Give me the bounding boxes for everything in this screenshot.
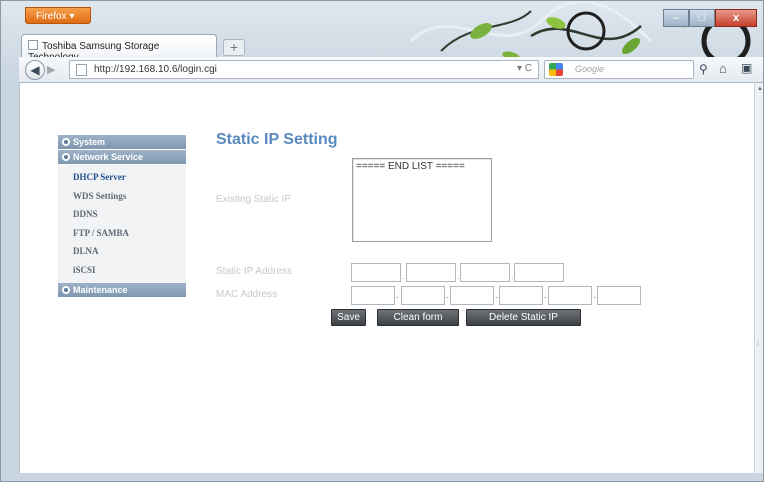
sidebar-item-wds-settings[interactable]: WDS Settings	[58, 187, 186, 206]
page-title: Static IP Setting	[216, 131, 338, 148]
url-text: http://192.168.10.6/login.cgi	[94, 64, 217, 75]
mac-byte-6-input[interactable]	[597, 286, 641, 305]
google-icon[interactable]	[549, 63, 563, 76]
sidebar-section-system[interactable]: System	[58, 135, 186, 150]
dash-separator: -	[446, 292, 449, 302]
save-button[interactable]: Save	[331, 309, 366, 326]
mac-byte-1-input[interactable]	[351, 286, 395, 305]
clean-form-button[interactable]: Clean form	[377, 309, 459, 326]
sidebar-section-maintenance[interactable]: Maintenance	[58, 282, 186, 298]
url-bar[interactable]: http://192.168.10.6/login.cgi ▾ C	[69, 60, 539, 79]
dot-separator: .	[402, 271, 405, 281]
dash-separator: -	[396, 292, 399, 302]
scroll-grip-icon[interactable]: ⁞	[757, 341, 759, 348]
page-icon	[76, 64, 87, 76]
static-ip-list[interactable]: ===== END LIST =====	[352, 158, 492, 242]
maximize-button[interactable]: □	[689, 9, 715, 27]
list-item[interactable]: ===== END LIST =====	[356, 161, 488, 172]
sidebar-section-network-service[interactable]: Network Service	[58, 150, 186, 165]
sidebar-item-ftp-samba[interactable]: FTP / SAMBA	[58, 224, 186, 243]
ip-octet-1-input[interactable]	[351, 263, 401, 282]
sidebar-submenu: DHCP Server WDS Settings DDNS FTP / SAMB…	[58, 165, 186, 283]
sidebar-item-dlna[interactable]: DLNA	[58, 242, 186, 261]
search-input[interactable]: Google	[544, 60, 694, 79]
static-ip-address-label: Static IP Address	[216, 266, 292, 277]
sidebar-item-iscsi[interactable]: iSCSI	[58, 261, 186, 280]
close-button[interactable]: x	[715, 9, 757, 27]
back-arrow-icon[interactable]: ◀	[25, 60, 45, 80]
new-tab-button[interactable]: +	[223, 39, 245, 56]
existing-static-ip-label: Existing Static IP	[216, 194, 292, 205]
bookmarks-icon[interactable]: ▣	[741, 61, 752, 75]
reload-icon[interactable]: ▾ C	[517, 63, 532, 74]
scroll-up-icon[interactable]: ▲	[757, 86, 763, 92]
mac-byte-2-input[interactable]	[401, 286, 445, 305]
browser-window: Firefox ▾ – □ x Toshiba Samsung Storage …	[0, 0, 764, 482]
search-icon[interactable]: ⚲	[699, 62, 708, 76]
bullet-icon	[62, 285, 70, 294]
sidebar-menu: System Network Service DHCP Server WDS S…	[58, 135, 186, 298]
dash-separator: -	[544, 292, 547, 302]
dash-separator: -	[495, 292, 498, 302]
ip-octet-3-input[interactable]	[460, 263, 510, 282]
navigation-toolbar: ◀ ▶ http://192.168.10.6/login.cgi ▾ C Go…	[19, 57, 763, 83]
sidebar-item-ddns[interactable]: DDNS	[58, 205, 186, 224]
forward-arrow-icon[interactable]: ▶	[47, 63, 55, 76]
mac-byte-3-input[interactable]	[450, 286, 494, 305]
ip-octet-2-input[interactable]	[406, 263, 456, 282]
minimize-button[interactable]: –	[663, 9, 689, 27]
bullet-icon	[62, 138, 70, 146]
vertical-scrollbar[interactable]: ▲ ⁞	[754, 83, 763, 473]
mac-byte-5-input[interactable]	[548, 286, 592, 305]
firefox-menu-button[interactable]: Firefox ▾	[25, 7, 91, 24]
title-bar: Firefox ▾ – □ x	[1, 1, 763, 75]
browser-tab[interactable]: Toshiba Samsung Storage Technology	[21, 34, 217, 63]
mac-byte-4-input[interactable]	[499, 286, 543, 305]
home-icon[interactable]: ⌂	[719, 61, 727, 76]
nav-arrows: ◀ ▶	[25, 60, 61, 80]
sidebar-item-dhcp-server[interactable]: DHCP Server	[58, 168, 186, 187]
mac-address-label: MAC Address	[216, 289, 278, 300]
delete-static-ip-button[interactable]: Delete Static IP	[466, 309, 581, 326]
dash-separator: -	[593, 292, 596, 302]
bullet-icon	[62, 153, 70, 161]
window-controls: – □ x	[663, 9, 757, 27]
ip-octet-4-input[interactable]	[514, 263, 564, 282]
page-icon	[28, 40, 38, 50]
